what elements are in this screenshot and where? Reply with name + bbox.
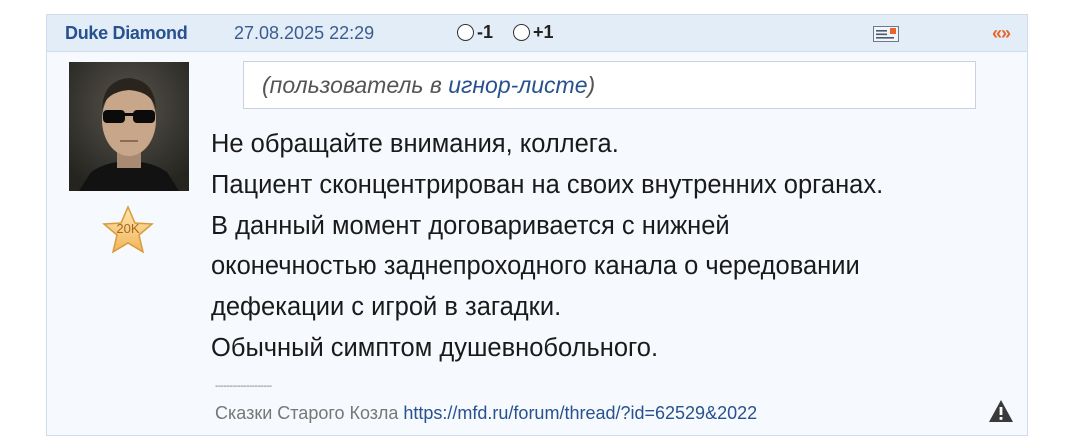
- forum-post: Duke Diamond 27.08.2025 22:29 -1 +1 «» 2…: [46, 14, 1028, 436]
- ignore-notice: (пользователь в игнор-листе): [243, 61, 976, 109]
- ignore-notice-prefix: (пользователь в: [262, 72, 449, 98]
- quote-icon[interactable]: «»: [992, 23, 1011, 44]
- vote-minus-radio[interactable]: [457, 24, 474, 41]
- message-line: Не обращайте внимания, коллега.: [211, 130, 619, 158]
- signature: Сказки Старого Козла https://mfd.ru/foru…: [215, 403, 757, 424]
- reply-icon[interactable]: [873, 26, 899, 47]
- signature-text: Сказки Старого Козла: [215, 403, 404, 423]
- vote-plus-radio[interactable]: [513, 24, 530, 41]
- vote-plus-label: +1: [533, 22, 554, 42]
- message-body: Не обращайте внимания, коллега. Пациент …: [211, 124, 1011, 369]
- ignore-list-link[interactable]: игнор-листе: [448, 72, 587, 98]
- vote-minus-label: -1: [477, 22, 494, 42]
- author-name[interactable]: Duke Diamond: [65, 23, 188, 44]
- ignore-notice-suffix: ): [587, 72, 596, 98]
- message-line: дефекации с игрой в загадки.: [211, 293, 562, 322]
- avatar[interactable]: [69, 62, 189, 191]
- rating-badge: 20K: [100, 205, 156, 260]
- message-line: Обычный симптом душевнобольного.: [211, 333, 659, 362]
- warning-icon[interactable]: [988, 399, 1014, 428]
- vote-minus[interactable]: -1: [457, 22, 493, 43]
- vote-plus[interactable]: +1: [513, 22, 554, 43]
- message-line: В данный момент договаривается с нижней: [211, 211, 730, 240]
- rating-badge-label: 20K: [116, 221, 139, 236]
- signature-link[interactable]: https://mfd.ru/forum/thread/?id=62529&20…: [403, 403, 757, 423]
- message-line: оконечностью заднепроходного канала о че…: [211, 252, 860, 281]
- message-line: Пациент сконцентрирован на своих внутрен…: [211, 170, 884, 199]
- signature-separator: --------------------: [215, 381, 272, 392]
- post-datetime[interactable]: 27.08.2025 22:29: [234, 23, 374, 44]
- post-header: Duke Diamond 27.08.2025 22:29 -1 +1 «»: [47, 15, 1027, 52]
